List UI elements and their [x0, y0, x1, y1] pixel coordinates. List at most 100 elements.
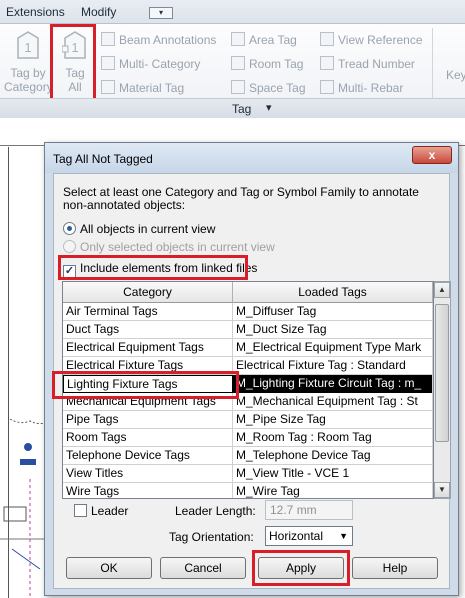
material-tag-icon: [101, 80, 115, 94]
chevron-down-icon: ▼: [339, 531, 348, 541]
table-row[interactable]: Pipe Tags M_Pipe Size Tag: [63, 411, 433, 429]
canvas-drawing-fragment: [0, 419, 44, 598]
include-linked-checkbox[interactable]: ✓: [63, 265, 76, 278]
category-tag-table[interactable]: Category Loaded Tags Air Terminal Tags M_…: [62, 281, 434, 499]
help-button[interactable]: Help: [352, 557, 438, 579]
tag-all-button[interactable]: 1 Tag All: [51, 24, 99, 98]
tag-orientation-select[interactable]: Horizontal ▼: [265, 526, 353, 546]
scroll-up-icon[interactable]: ▲: [434, 282, 450, 298]
table-row[interactable]: View Titles M_View Title - VCE 1: [63, 465, 433, 483]
dialog-title: Tag All Not Tagged: [53, 152, 153, 166]
category-cell[interactable]: Mechanical Equipment Tags: [63, 393, 233, 411]
include-linked-checkbox-row[interactable]: ✓ Include elements from linked files: [63, 261, 257, 278]
space-tag-button[interactable]: Space Tag: [231, 80, 306, 100]
column-header-loaded-tags[interactable]: Loaded Tags: [233, 282, 433, 303]
tag-orientation-label: Tag Orientation:: [169, 530, 254, 544]
loaded-tag-cell[interactable]: M_Telephone Device Tag: [233, 447, 433, 465]
loaded-tag-cell[interactable]: M_Wire Tag: [233, 483, 433, 498]
category-cell[interactable]: Telephone Device Tags: [63, 447, 233, 465]
panel-label-tag: Tag: [232, 102, 252, 116]
tag-all-not-tagged-dialog: Tag All Not Tagged x Select at least one…: [44, 142, 459, 596]
tag-by-category-label-1: Tag by: [10, 66, 46, 80]
tag-all-label-2: All: [68, 80, 82, 94]
category-cell[interactable]: View Titles: [63, 465, 233, 483]
space-tag-icon: [231, 80, 245, 94]
radio-all-objects[interactable]: All objects in current view: [63, 222, 215, 238]
quick-access-dropdown[interactable]: ▾: [149, 7, 173, 19]
tag-all-label-1: Tag: [65, 66, 85, 80]
category-cell[interactable]: Electrical Equipment Tags: [63, 339, 233, 357]
leader-checkbox[interactable]: [74, 504, 87, 517]
svg-text:1: 1: [71, 40, 78, 55]
category-cell[interactable]: Duct Tags: [63, 321, 233, 339]
table-row[interactable]: Electrical Fixture Tags Electrical Fixtur…: [63, 357, 433, 375]
radio-selected-objects: Only selected objects in current view: [63, 240, 275, 256]
scroll-thumb[interactable]: [435, 304, 449, 442]
room-tag-icon: [231, 56, 245, 70]
close-button[interactable]: x: [412, 146, 452, 164]
column-header-category[interactable]: Category: [63, 282, 233, 303]
category-cell[interactable]: Air Terminal Tags: [63, 303, 233, 321]
tread-number-icon: [320, 56, 334, 70]
table-row[interactable]: Duct Tags M_Duct Size Tag: [63, 321, 433, 339]
ribbon-annotate-tag-panel: 1 Tag by Category 1 Tag All Beam Annotat…: [0, 24, 465, 118]
loaded-tag-cell[interactable]: M_Mechanical Equipment Tag : St: [233, 393, 433, 411]
table-row[interactable]: Mechanical Equipment Tags M_Mechanical Eq…: [63, 393, 433, 411]
leader-length-label: Leader Length:: [175, 504, 256, 518]
ok-button[interactable]: OK: [66, 557, 152, 579]
menu-modify[interactable]: Modify: [81, 5, 116, 19]
beam-annotations-button[interactable]: Beam Annotations: [101, 32, 216, 52]
view-reference-button[interactable]: View Reference: [320, 32, 423, 52]
tread-number-button[interactable]: Tread Number: [320, 56, 415, 76]
tag-by-category-label-2: Category: [4, 80, 53, 94]
cancel-button[interactable]: Cancel: [160, 557, 246, 579]
loaded-tag-cell[interactable]: M_Electrical Equipment Type Mark: [233, 339, 433, 357]
category-cell[interactable]: Electrical Fixture Tags: [63, 357, 233, 375]
tag-all-icon: 1: [62, 31, 86, 59]
dialog-client-area: Select at least one Category and Tag or …: [52, 173, 451, 589]
menu-bar: Extensions Modify ▾: [0, 0, 465, 24]
category-cell[interactable]: Room Tags: [63, 429, 233, 447]
table-row[interactable]: Wire Tags M_Wire Tag: [63, 483, 433, 498]
room-tag-button[interactable]: Room Tag: [231, 56, 303, 76]
table-row[interactable]: Air Terminal Tags M_Diffuser Tag: [63, 303, 433, 321]
multi-rebar-button[interactable]: Multi- Rebar: [320, 80, 403, 100]
apply-button[interactable]: Apply: [258, 557, 344, 579]
view-reference-icon: [320, 32, 334, 46]
loaded-tag-cell[interactable]: M_Pipe Size Tag: [233, 411, 433, 429]
loaded-tag-cell[interactable]: M_View Title - VCE 1: [233, 465, 433, 483]
multi-category-button[interactable]: Multi- Category: [101, 56, 200, 76]
beam-annotations-icon: [101, 32, 115, 46]
material-tag-button[interactable]: Material Tag: [101, 80, 184, 100]
category-cell[interactable]: Wire Tags: [63, 483, 233, 498]
loaded-tag-cell[interactable]: M_Room Tag : Room Tag: [233, 429, 433, 447]
loaded-tag-cell[interactable]: M_Lighting Fixture Circuit Tag : m_: [233, 375, 433, 393]
menu-extensions[interactable]: Extensions: [6, 5, 65, 19]
tag-by-category-button[interactable]: 1 Tag by Category: [4, 24, 53, 98]
table-row[interactable]: Telephone Device Tags M_Telephone Device …: [63, 447, 433, 465]
loaded-tag-cell[interactable]: Electrical Fixture Tag : Standard: [233, 357, 433, 375]
dialog-titlebar[interactable]: Tag All Not Tagged x: [45, 143, 458, 173]
keynote-button-partial[interactable]: Key: [446, 68, 465, 88]
area-tag-button[interactable]: Area Tag: [231, 32, 297, 52]
radio-selected-icon[interactable]: [63, 222, 76, 235]
multi-category-icon: [101, 56, 115, 70]
tag-icon: 1: [17, 31, 39, 59]
table-row[interactable]: Electrical Equipment Tags M_Electrical Eq…: [63, 339, 433, 357]
multi-rebar-icon: [320, 80, 334, 94]
category-cell[interactable]: Pipe Tags: [63, 411, 233, 429]
area-tag-icon: [231, 32, 245, 46]
table-row-selected[interactable]: Lighting Fixture Tags M_Lighting Fixture …: [63, 375, 433, 393]
panel-expand-arrow-icon[interactable]: ▾: [266, 101, 272, 114]
svg-text:1: 1: [24, 40, 31, 55]
loaded-tag-cell[interactable]: M_Diffuser Tag: [233, 303, 433, 321]
table-row[interactable]: Room Tags M_Room Tag : Room Tag: [63, 429, 433, 447]
scroll-down-icon[interactable]: ▼: [434, 482, 450, 498]
leader-length-field: [265, 500, 353, 520]
instructions-text: Select at least one Category and Tag or …: [63, 185, 419, 212]
panel-label-bar[interactable]: Tag ▾: [0, 98, 465, 118]
loaded-tag-cell[interactable]: M_Duct Size Tag: [233, 321, 433, 339]
leader-checkbox-row[interactable]: Leader: [74, 504, 128, 520]
table-vertical-scrollbar[interactable]: ▲ ▼: [434, 281, 451, 499]
category-cell[interactable]: Lighting Fixture Tags: [63, 375, 233, 393]
